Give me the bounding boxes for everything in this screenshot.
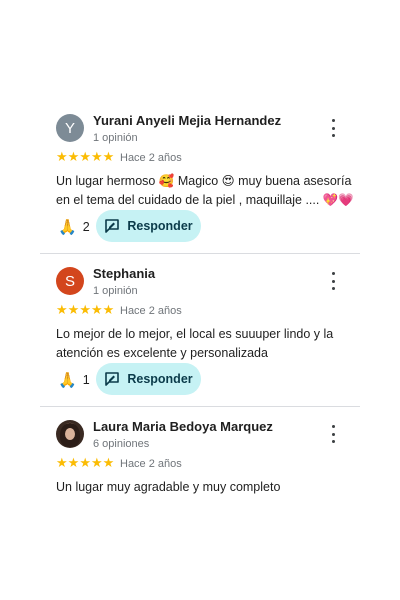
reply-button[interactable]: Responder [96, 363, 201, 395]
review-time: Hace 2 años [120, 152, 182, 164]
review-time: Hace 2 años [120, 305, 182, 317]
reply-edit-icon [105, 372, 120, 386]
star-icon: ★ [56, 303, 68, 318]
more-options-icon[interactable] [326, 119, 340, 137]
avatar[interactable]: S [56, 267, 84, 295]
star-icon: ★ [67, 303, 80, 318]
star-icon: ★ [102, 303, 115, 318]
praying-hands-icon: 🙏 [58, 371, 77, 389]
reply-edit-icon [105, 219, 120, 233]
reaction-button[interactable]: 🙏 2 [58, 217, 90, 237]
star-rating: ★ ★ ★ ★ ★ [56, 457, 114, 471]
divider [40, 253, 360, 254]
reaction-button[interactable]: 🙏 1 [58, 370, 90, 390]
star-icon: ★ [90, 303, 103, 318]
avatar[interactable] [56, 420, 84, 448]
star-icon: ★ [102, 150, 115, 165]
divider [40, 406, 360, 407]
more-options-icon[interactable] [326, 272, 340, 290]
star-icon: ★ [90, 150, 103, 165]
review-count: 1 opinión [93, 132, 138, 144]
star-rating: ★ ★ ★ ★ ★ [56, 151, 114, 165]
star-icon: ★ [90, 456, 103, 471]
star-icon: ★ [79, 303, 91, 318]
review-text: Un lugar hermoso 🥰 Magico 😍 muy buena as… [56, 174, 354, 207]
reviewer-name[interactable]: Laura Maria Bedoya Marquez [93, 419, 273, 434]
reply-label: Responder [127, 372, 193, 386]
review-text: Un lugar muy agradable y muy completo [56, 480, 281, 494]
star-icon: ★ [79, 456, 91, 471]
reply-button[interactable]: Responder [96, 210, 201, 242]
review-text: Lo mejor de lo mejor, el local es suuupe… [56, 327, 334, 360]
praying-hands-icon: 🙏 [58, 218, 77, 236]
reviews-list: Y Yurani Anyeli Mejia Hernandez 1 opinió… [0, 0, 400, 600]
reviewer-name[interactable]: Yurani Anyeli Mejia Hernandez [93, 113, 281, 128]
review-count: 1 opinión [93, 285, 138, 297]
star-icon: ★ [79, 150, 91, 165]
review-time: Hace 2 años [120, 458, 182, 470]
star-icon: ★ [102, 456, 115, 471]
star-icon: ★ [67, 456, 80, 471]
review-count: 6 opiniones [93, 438, 150, 450]
reaction-count: 2 [82, 220, 90, 234]
reaction-count: 1 [82, 373, 90, 387]
avatar[interactable]: Y [56, 114, 84, 142]
more-options-icon[interactable] [326, 425, 340, 443]
star-icon: ★ [67, 150, 80, 165]
avatar-letter: Y [64, 119, 75, 137]
star-icon: ★ [56, 456, 68, 471]
reply-label: Responder [127, 219, 193, 233]
reviewer-name[interactable]: Stephania [93, 266, 155, 281]
star-icon: ★ [56, 150, 68, 165]
avatar-letter: S [64, 272, 75, 290]
star-rating: ★ ★ ★ ★ ★ [56, 304, 114, 318]
